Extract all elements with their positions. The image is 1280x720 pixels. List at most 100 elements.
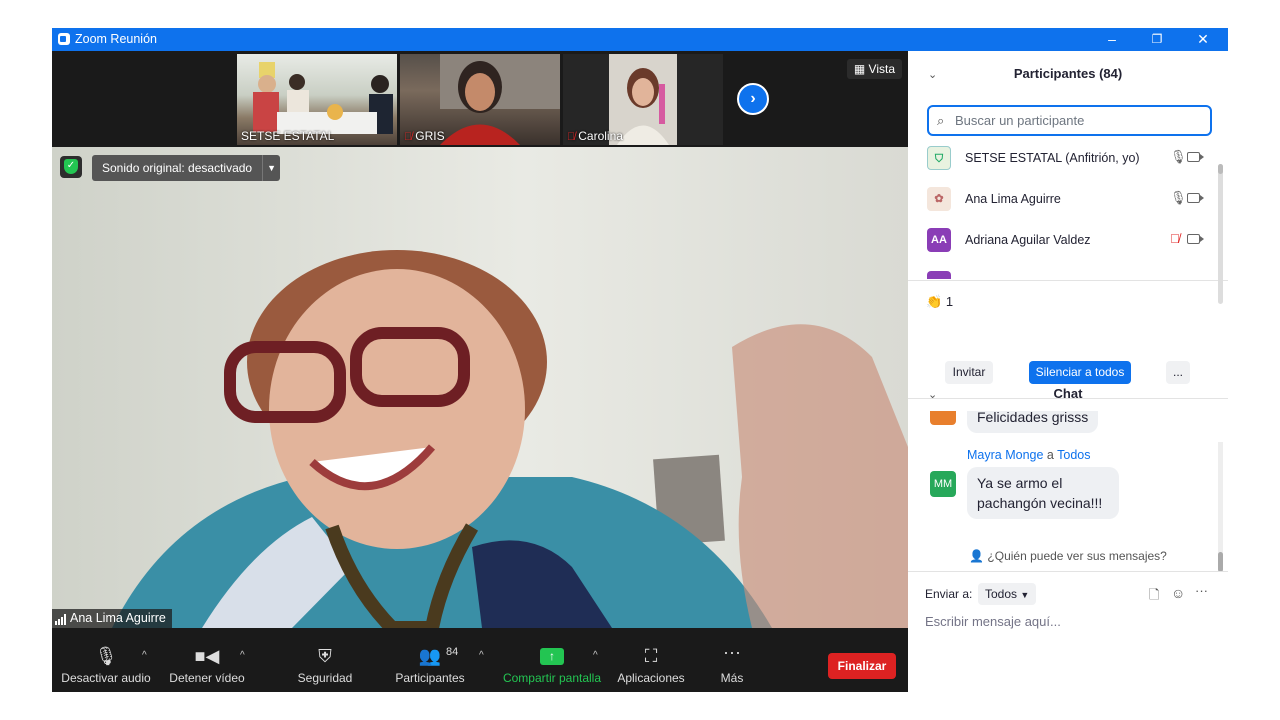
person-face: [465, 73, 495, 111]
participants-button[interactable]: 👥 84 Participantes: [388, 628, 472, 692]
thumb-gris[interactable]: 🎙̸ GRIS: [400, 54, 560, 145]
participant-row-clipped: [927, 271, 951, 279]
mute-audio-button[interactable]: 🎙 Desactivar audio: [56, 628, 156, 692]
avatar: [930, 411, 956, 425]
visibility-label: ¿Quién puede ver sus mensajes?: [987, 549, 1167, 563]
stop-video-button[interactable]: ■◀ Detener vídeo: [164, 628, 250, 692]
encryption-shield-icon[interactable]: ✓: [60, 156, 82, 178]
participants-options-caret-icon[interactable]: ^: [479, 650, 484, 661]
chevron-down-icon[interactable]: ▼: [262, 155, 280, 181]
more-label: Más: [720, 671, 744, 685]
search-placeholder: Buscar un participante: [955, 113, 1085, 128]
minimize-button[interactable]: –: [1089, 28, 1135, 51]
video-camera-icon: ■◀: [194, 646, 220, 666]
person-body: [440, 124, 520, 145]
participant-row[interactable]: ✿ Ana Lima Aguirre 🎙: [926, 180, 1206, 221]
avatar: [927, 271, 951, 279]
zoom-logo-icon: [58, 33, 70, 45]
send-to-label: Enviar a:: [925, 587, 973, 601]
speaker-name: Ana Lima Aguirre: [70, 611, 166, 625]
signal-strength-icon: [55, 614, 66, 625]
apps-icon: ⛶: [644, 646, 658, 666]
security-button[interactable]: ⛨ Seguridad: [288, 628, 362, 692]
person-lock-icon: 👤: [969, 549, 985, 563]
video-camera-icon[interactable]: [1187, 193, 1204, 203]
active-speaker-video: ✓ Sonido original: desactivado ▼ Ana Lim…: [52, 147, 908, 628]
close-button[interactable]: ✕: [1180, 28, 1226, 51]
avatar: ⛉: [927, 146, 951, 170]
pink-hair: [659, 84, 665, 124]
microphone-icon[interactable]: 🎙: [1170, 149, 1187, 165]
message-header: Mayra Monge a Todos: [967, 448, 1090, 462]
more-button[interactable]: ··· Más: [708, 628, 756, 692]
mute-all-button[interactable]: Silenciar a todos: [1029, 361, 1131, 384]
participant-name: SETSE ESTATAL (Anfitrión, yo): [965, 151, 1140, 165]
participant-search-input[interactable]: ⌕ Buscar un participante: [927, 105, 1212, 136]
divider: [908, 571, 1228, 572]
more-options-button[interactable]: ...: [1166, 361, 1190, 384]
participant-row[interactable]: AA Adriana Aguilar Valdez 🎙̸: [926, 221, 1206, 262]
participant-name: Adriana Aguilar Valdez: [965, 233, 1091, 247]
title-bar: Zoom Reunión – ❐ ✕: [52, 28, 1228, 51]
stop-video-label: Detener vídeo: [169, 671, 245, 685]
participants-count: 84: [446, 646, 459, 658]
apps-button[interactable]: ⛶ Aplicaciones: [614, 628, 688, 692]
person-head: [258, 75, 276, 93]
avatar: ✿: [927, 187, 951, 211]
participant-name: Ana Lima Aguirre: [965, 192, 1061, 206]
window-title: Zoom Reunión: [75, 32, 157, 46]
security-label: Seguridad: [297, 671, 353, 685]
shield-icon: ⛨: [318, 646, 332, 666]
emoji-icon[interactable]: ☺: [1171, 585, 1185, 601]
view-label: Vista: [868, 62, 895, 76]
speaker-face: [269, 269, 525, 549]
grid-icon: ▦: [853, 62, 869, 76]
thumb-carolina[interactable]: 🎙̸ Carolina: [563, 54, 723, 145]
microphone-icon: 🎙: [94, 646, 118, 666]
side-panel: ⌄ Participantes (84) ⌕ Buscar un partici…: [908, 51, 1228, 692]
video-camera-icon[interactable]: [1187, 152, 1204, 162]
send-to-select[interactable]: Todos ▼: [978, 583, 1037, 605]
message-visibility-link[interactable]: 👤 ¿Quién puede ver sus mensajes?: [908, 549, 1228, 563]
gallery-strip: SETSE ESTATAL 🎙̸ GRIS 🎙̸ Carolina › ▦ Vi…: [52, 51, 908, 147]
more-dots-icon[interactable]: ···: [1195, 583, 1208, 598]
participants-icon: 👥: [418, 646, 442, 666]
participants-scrollbar[interactable]: [1218, 164, 1223, 304]
mute-audio-label: Desactivar audio: [61, 671, 151, 685]
recipient-name[interactable]: Todos: [1057, 448, 1090, 462]
chat-messages: Felicidades grisss Mayra Monge a Todos M…: [908, 411, 1228, 541]
participant-row[interactable]: ⛉ SETSE ESTATAL (Anfitrión, yo) 🎙: [926, 139, 1206, 180]
avatar: AA: [927, 228, 951, 252]
zoom-window: Zoom Reunión – ❐ ✕ SETSE ESTATAL 🎙̸ GRIS…: [52, 28, 1228, 692]
sender-name[interactable]: Mayra Monge: [967, 448, 1043, 462]
share-arrow-icon: ↑: [540, 648, 564, 665]
chat-message-input[interactable]: Escribir mensaje aquí...: [925, 614, 1215, 629]
view-button[interactable]: ▦ Vista: [846, 59, 902, 79]
video-camera-icon[interactable]: [1187, 234, 1204, 244]
video-options-caret-icon[interactable]: ^: [240, 650, 245, 661]
mic-muted-icon: 🎙̸: [567, 131, 576, 143]
clap-icon: 👏: [926, 294, 943, 309]
avatar: MM: [930, 471, 956, 497]
share-screen-button[interactable]: ↑ Compartir pantalla: [500, 628, 604, 692]
participants-label: Participantes: [395, 671, 465, 685]
microphone-muted-icon[interactable]: 🎙̸: [1170, 231, 1180, 246]
speaker-scene: [52, 147, 908, 628]
thumb-setse[interactable]: SETSE ESTATAL: [237, 54, 397, 145]
restore-button[interactable]: ❐: [1134, 28, 1180, 51]
participants-title: Participantes (84): [1013, 66, 1123, 81]
person-face: [632, 78, 654, 106]
next-page-button[interactable]: ›: [737, 83, 769, 115]
meeting-toolbar: 🎙 Desactivar audio ^ ■◀ Detener vídeo ^ …: [52, 628, 908, 692]
reaction-counter: 👏 1: [926, 294, 953, 310]
file-icon[interactable]: 🗋: [1149, 586, 1159, 608]
invite-button[interactable]: Invitar: [945, 361, 993, 384]
thumb-name: Carolina: [578, 129, 623, 143]
share-options-caret-icon[interactable]: ^: [593, 650, 598, 661]
person-head: [371, 75, 389, 93]
audio-options-caret-icon[interactable]: ^: [142, 650, 147, 661]
original-sound-toggle[interactable]: Sonido original: desactivado ▼: [92, 155, 281, 181]
microphone-icon[interactable]: 🎙: [1170, 190, 1187, 206]
divider: [908, 280, 1228, 281]
end-meeting-button[interactable]: Finalizar: [828, 653, 896, 679]
